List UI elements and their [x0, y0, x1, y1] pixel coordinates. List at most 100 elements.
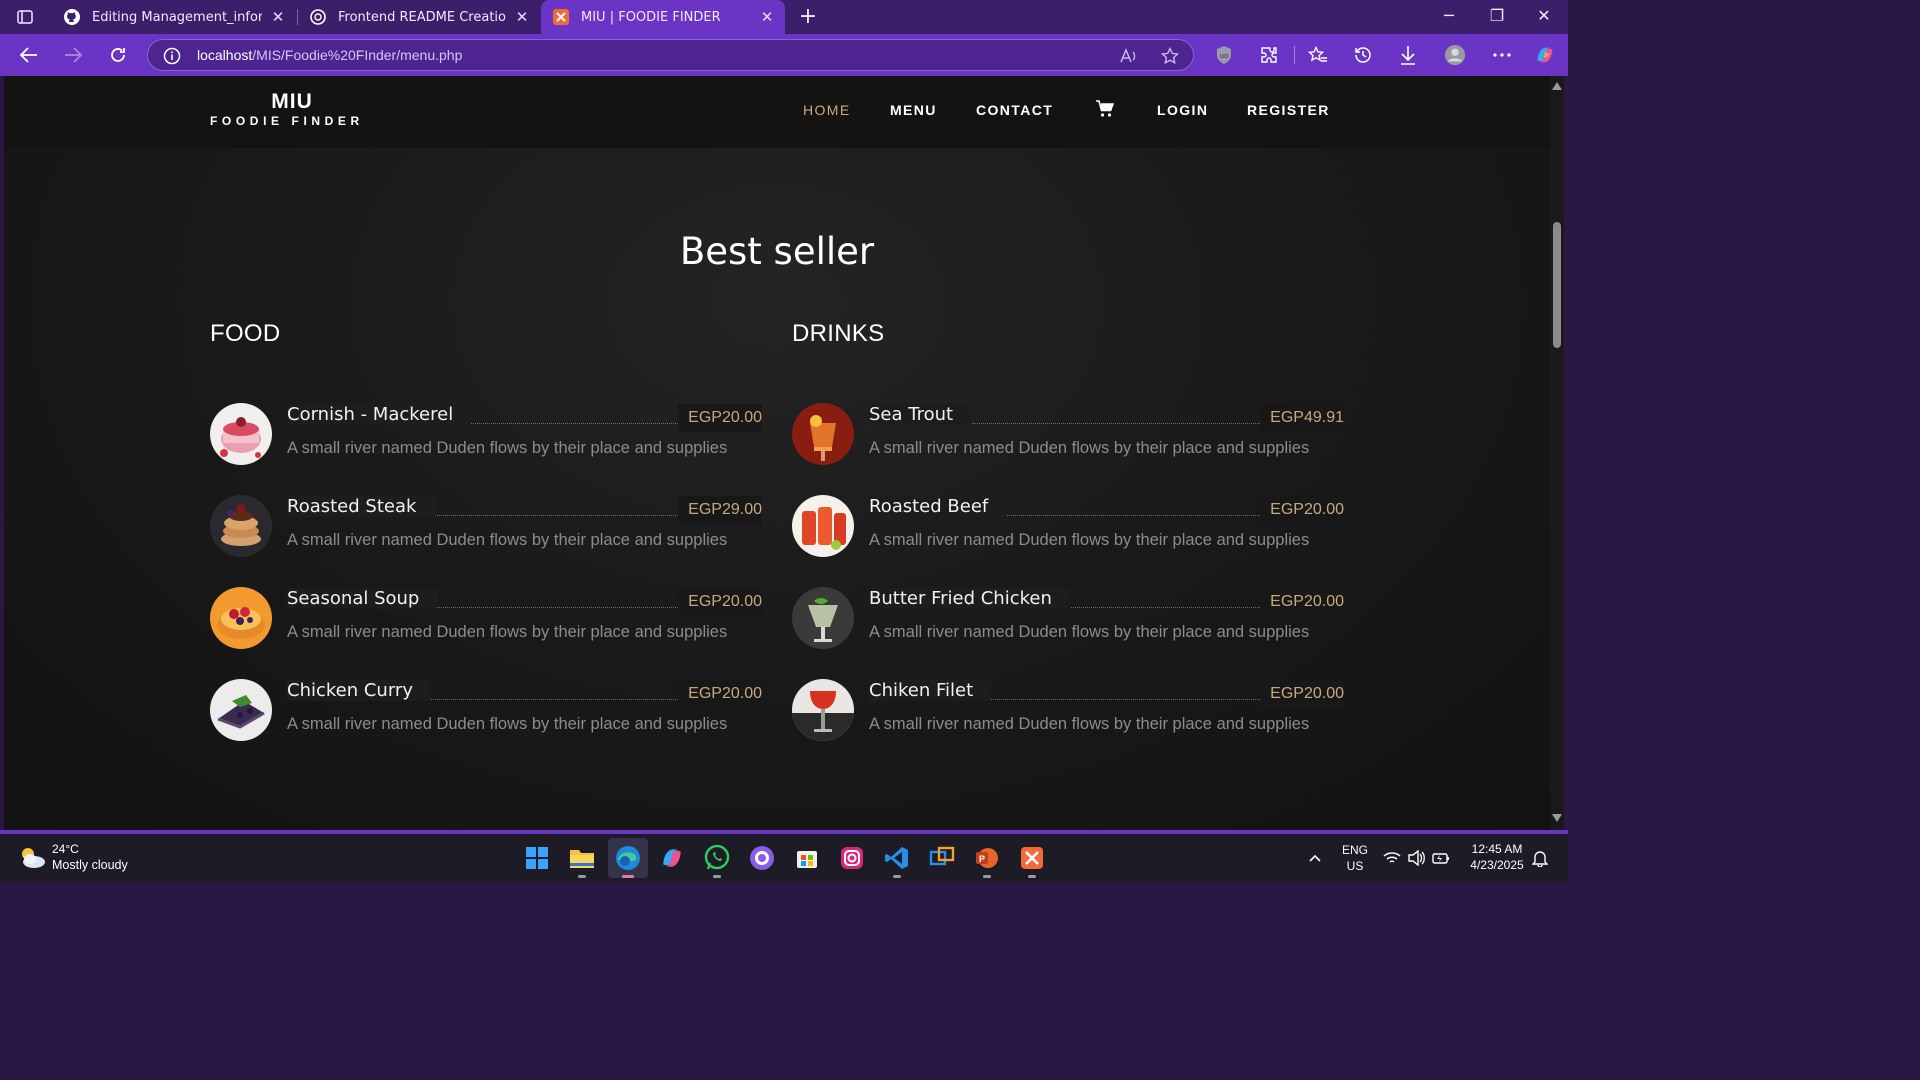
site-info-icon[interactable] [163, 47, 181, 69]
url-text: localhost/MIS/Foodie%20FInder/menu.php [197, 47, 462, 63]
microsoft-store-icon[interactable] [792, 843, 822, 873]
vscode-icon[interactable] [882, 843, 912, 878]
forward-button[interactable] [60, 42, 86, 68]
profile-avatar-icon[interactable] [1444, 44, 1466, 66]
red-cocktail-thumbnail [792, 679, 854, 741]
red-juice-thumbnail [792, 495, 854, 557]
remote-desktop-icon[interactable] [927, 843, 957, 873]
food-menu-item[interactable]: Seasonal Soup EGP20.00 A small river nam… [210, 586, 762, 650]
brand-logo-subtitle[interactable]: FOODIE FINDER [210, 114, 364, 128]
restore-button[interactable]: ❐ [1482, 6, 1512, 25]
browser-toolbar: localhost/MIS/Foodie%20FInder/menu.php u… [0, 34, 1568, 76]
item-price: EGP20.00 [678, 588, 762, 616]
item-name: Chicken Curry [287, 680, 431, 701]
site-navbar: MIU FOODIE FINDER HOME MENU CONTACT LOGI… [4, 76, 1550, 148]
refresh-button[interactable] [105, 42, 131, 68]
clock-date[interactable]: 4/23/2025 [1462, 858, 1532, 872]
close-window-button[interactable]: ✕ [1529, 6, 1559, 25]
url-host: localhost [197, 47, 253, 63]
new-tab-button[interactable]: + [797, 4, 819, 29]
tab-actions-icon[interactable] [14, 7, 36, 27]
ublock-shield-icon[interactable]: uo [1213, 44, 1235, 66]
weather-temperature[interactable]: 24°C [52, 842, 79, 856]
food-menu-item[interactable]: Roasted Steak EGP29.00 A small river nam… [210, 494, 762, 558]
item-description: A small river named Duden flows by their… [869, 439, 1310, 457]
windows-start-icon[interactable] [522, 843, 552, 873]
item-price: EGP20.00 [1260, 496, 1344, 524]
more-options-icon[interactable] [1491, 44, 1513, 66]
mojito-thumbnail [792, 587, 854, 649]
address-bar[interactable]: localhost/MIS/Foodie%20FInder/menu.php [147, 39, 1194, 71]
item-price: EGP20.00 [1260, 588, 1344, 616]
weather-description[interactable]: Mostly cloudy [52, 858, 128, 872]
brand-logo-title[interactable]: MIU [4, 90, 580, 114]
clock-time[interactable]: 12:45 AM [1462, 842, 1532, 856]
browser-tab-foodie-finder[interactable]: MIU | FOODIE FINDER ✕ [541, 0, 785, 34]
tab-close-icon[interactable]: ✕ [270, 8, 286, 26]
chatgpt-icon [310, 9, 326, 25]
svg-text:P: P [979, 854, 985, 864]
page-viewport: MIU FOODIE FINDER HOME MENU CONTACT LOGI… [4, 76, 1550, 830]
price-leader-dots [972, 699, 1262, 700]
github-icon [64, 9, 80, 25]
history-icon[interactable] [1352, 44, 1374, 66]
svg-text:uo: uo [1220, 52, 1229, 60]
item-name: Chiken Filet [869, 680, 992, 701]
scroll-up-arrow-icon[interactable] [1552, 82, 1562, 90]
powerpoint-icon[interactable]: P [972, 843, 1002, 878]
scrollbar-thumb[interactable] [1553, 222, 1561, 348]
github-desktop-icon[interactable] [747, 843, 777, 873]
scroll-down-arrow-icon[interactable] [1552, 814, 1562, 822]
notification-bell-icon[interactable] [1531, 849, 1549, 867]
nav-link-register[interactable]: REGISTER [1247, 102, 1330, 118]
read-aloud-icon[interactable] [1119, 46, 1139, 66]
page-scrollbar[interactable] [1550, 76, 1564, 830]
favorite-star-icon[interactable] [1160, 46, 1180, 66]
downloads-icon[interactable] [1397, 44, 1419, 66]
nav-link-home[interactable]: HOME [803, 102, 851, 118]
drink-menu-item[interactable]: Butter Fried Chicken EGP20.00 A small ri… [792, 586, 1344, 650]
favorites-icon[interactable] [1307, 44, 1329, 66]
xampp-icon [553, 9, 569, 25]
section-title: Best seller [679, 230, 875, 273]
item-description: A small river named Duden flows by their… [287, 715, 728, 733]
copilot-taskbar-icon[interactable] [657, 843, 687, 873]
item-price: EGP20.00 [678, 404, 762, 432]
minimize-button[interactable]: ─ [1434, 6, 1464, 25]
xampp-taskbar-icon[interactable] [1017, 843, 1047, 878]
food-menu-item[interactable]: Chicken Curry EGP20.00 A small river nam… [210, 678, 762, 742]
food-menu-item[interactable]: Cornish - Mackerel EGP20.00 A small rive… [210, 402, 762, 466]
weather-cloud-icon[interactable] [18, 844, 46, 870]
nav-link-contact[interactable]: CONTACT [976, 102, 1053, 118]
file-explorer-icon[interactable] [567, 843, 597, 878]
edge-browser-icon[interactable] [608, 838, 648, 878]
extensions-icon[interactable] [1258, 44, 1280, 66]
item-description: A small river named Duden flows by their… [287, 623, 728, 641]
drink-menu-item[interactable]: Sea Trout EGP49.91 A small river named D… [792, 402, 1344, 466]
food-column-title: FOOD [210, 320, 281, 347]
shopping-cart-icon[interactable] [1096, 100, 1115, 118]
nav-link-menu[interactable]: MENU [890, 102, 937, 118]
browser-tab-chatgpt[interactable]: Frontend README Creation ✕ [298, 0, 540, 34]
back-button[interactable] [16, 42, 42, 68]
show-hidden-icons-chevron-icon[interactable] [1306, 849, 1324, 867]
input-region[interactable]: US [1338, 859, 1372, 873]
volume-icon[interactable] [1408, 849, 1426, 867]
item-name: Roasted Beef [869, 496, 1007, 517]
drink-menu-item[interactable]: Roasted Beef EGP20.00 A small river name… [792, 494, 1344, 558]
instagram-icon[interactable] [837, 843, 867, 873]
browser-tab-github[interactable]: Editing Management_information ✕ [52, 0, 296, 34]
wifi-icon[interactable] [1383, 849, 1401, 867]
tab-close-icon[interactable]: ✕ [514, 8, 530, 26]
copilot-icon[interactable] [1534, 44, 1556, 66]
tab-close-icon[interactable]: ✕ [759, 8, 775, 26]
battery-charging-icon[interactable] [1432, 849, 1450, 867]
whatsapp-icon[interactable] [702, 843, 732, 878]
drink-menu-item[interactable]: Chiken Filet EGP20.00 A small river name… [792, 678, 1344, 742]
nav-link-login[interactable]: LOGIN [1157, 102, 1208, 118]
item-name: Sea Trout [869, 404, 972, 425]
input-language[interactable]: ENG [1338, 843, 1372, 857]
item-price: EGP20.00 [678, 680, 762, 708]
item-description: A small river named Duden flows by their… [869, 531, 1310, 549]
windows-taskbar: 24°C Mostly cloudy P ENG US 12:45 AM 4/2… [0, 834, 1568, 882]
